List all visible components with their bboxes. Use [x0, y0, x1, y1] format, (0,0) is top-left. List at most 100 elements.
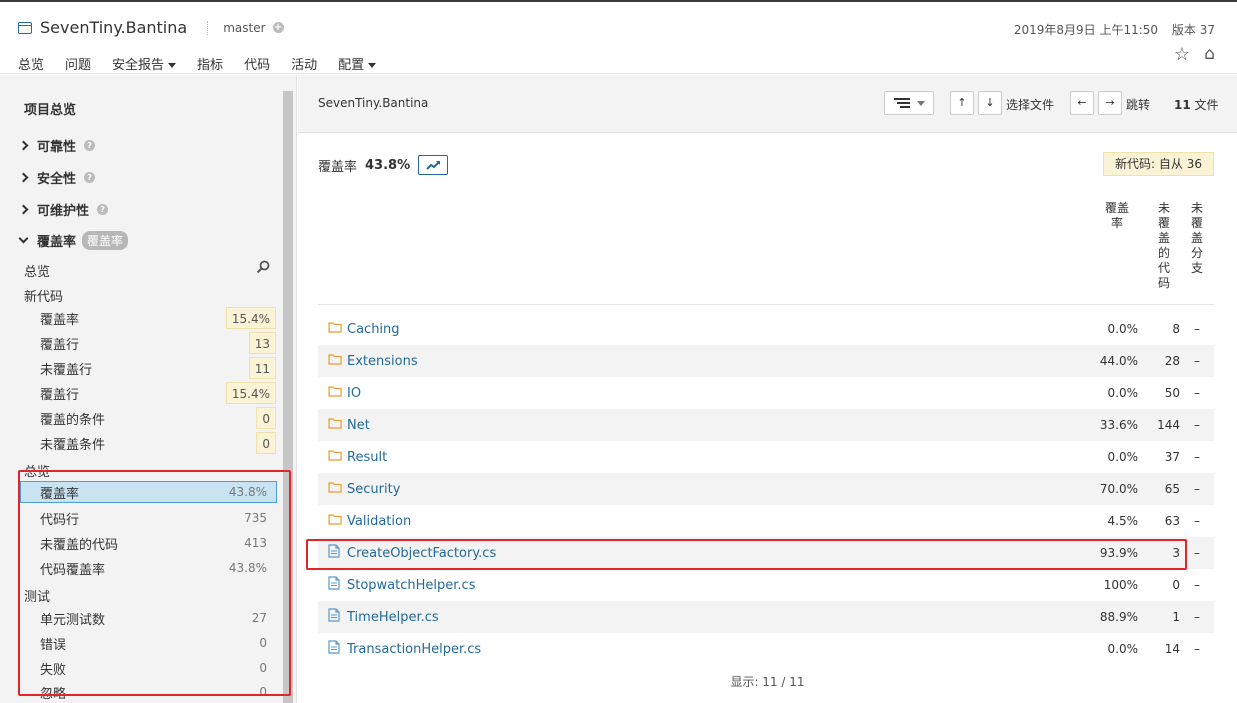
chevron-right-icon [18, 204, 29, 215]
file-icon [328, 576, 342, 594]
table-row[interactable]: TransactionHelper.cs 0.0% 14– [318, 633, 1214, 665]
folder-icon [328, 449, 342, 465]
component-name-link[interactable]: TimeHelper.cs [347, 610, 1078, 625]
coverage-cell: 0.0% [1107, 322, 1139, 336]
new-code-uncovered-conditions[interactable]: 未覆盖条件 0 [40, 432, 276, 454]
file-icon [328, 608, 342, 626]
breadcrumb[interactable]: SevenTiny.Bantina [318, 96, 428, 110]
project-title-row: SevenTiny.Bantina master + [18, 18, 284, 37]
coverage-value: 43.8% [365, 157, 411, 173]
column-header-coverage[interactable]: 覆盖 率 [1102, 201, 1132, 231]
uncovered-lines-cell: 65 [1164, 482, 1180, 496]
overview-link[interactable]: 总览 [24, 261, 50, 280]
chevron-down-icon [18, 233, 29, 244]
component-name-link[interactable]: Result [347, 450, 1078, 465]
uncovered-conditions-cell: – [1194, 514, 1200, 528]
coverage-summary: 覆盖率 43.8% [318, 155, 449, 175]
main-toolbar: SevenTiny.Bantina ↑ ↓ 选择文件 ← → 跳转 11 文件 [298, 75, 1237, 133]
table-row[interactable]: Validation 4.5% 63– [318, 505, 1214, 537]
component-name-link[interactable]: Validation [347, 514, 1078, 529]
folder-icon [328, 353, 342, 369]
table-row[interactable]: Caching 0.0% 8– [318, 313, 1214, 345]
component-name-link[interactable]: StopwatchHelper.cs [347, 578, 1078, 593]
forward-button[interactable]: → [1098, 91, 1122, 115]
table-row[interactable]: Result 0.0% 37– [318, 441, 1214, 473]
uncovered-conditions-cell: – [1194, 642, 1200, 656]
uncovered-conditions-cell: – [1194, 578, 1200, 592]
new-code-line-coverage[interactable]: 覆盖行 15.4% [40, 382, 276, 404]
section-maintainability[interactable]: 可维护性 ? [18, 200, 109, 219]
folder-icon [328, 513, 342, 529]
chevron-right-icon [18, 172, 29, 183]
table-divider [318, 304, 1214, 305]
folder-icon [328, 321, 342, 337]
uncovered-conditions-cell: – [1194, 482, 1200, 496]
new-code-badge: 新代码: 自从 36 [1103, 152, 1214, 176]
component-name-link[interactable]: Security [347, 482, 1078, 497]
coverage-cell: 4.5% [1107, 514, 1139, 528]
trend-chart-icon [426, 161, 441, 170]
back-button[interactable]: ← [1070, 91, 1094, 115]
component-name-link[interactable]: Caching [347, 322, 1078, 337]
home-icon[interactable]: ⌂ [1204, 44, 1215, 64]
chevron-down-icon [368, 63, 377, 68]
coverage-cell: 70.0% [1099, 482, 1138, 496]
uncovered-conditions-cell: – [1194, 418, 1200, 432]
analysis-date: 2019年8月9日 上午11:50 [1013, 23, 1159, 37]
section-coverage[interactable]: 覆盖率 覆盖率 [18, 231, 129, 250]
jump-label: 跳转 [1126, 98, 1151, 112]
uncovered-lines-cell: 14 [1164, 642, 1180, 656]
new-code-conditions[interactable]: 覆盖的条件 0 [40, 407, 276, 429]
coverage-label: 覆盖率 [318, 159, 358, 175]
column-header-uncovered-conditions[interactable]: 未 覆 盖 分 支 [1189, 201, 1205, 276]
project-name[interactable]: SevenTiny.Bantina [40, 18, 187, 37]
component-name-link[interactable]: Extensions [347, 354, 1078, 369]
table-row[interactable]: StopwatchHelper.cs 100% 0– [318, 569, 1214, 601]
coverage-cell: 0.0% [1107, 386, 1139, 400]
list-view-icon [894, 98, 925, 108]
folder-icon [328, 385, 342, 401]
uncovered-lines-cell: 0 [1172, 578, 1180, 592]
uncovered-lines-cell: 144 [1157, 418, 1180, 432]
previous-file-button[interactable]: ↑ [950, 91, 974, 115]
component-name-link[interactable]: IO [347, 386, 1078, 401]
help-icon[interactable]: ? [97, 204, 109, 215]
favorite-star-icon[interactable]: ☆ [1174, 44, 1190, 65]
table-row[interactable]: TimeHelper.cs 88.9% 1– [318, 601, 1214, 633]
new-code-coverage[interactable]: 覆盖率 15.4% [40, 307, 276, 329]
branch-selector[interactable]: master + [207, 20, 284, 35]
table-row[interactable]: Net 33.6% 144– [318, 409, 1214, 441]
search-icon[interactable] [256, 260, 270, 274]
view-mode-dropdown[interactable] [884, 91, 934, 115]
folder-icon [328, 417, 342, 433]
uncovered-conditions-cell: – [1194, 354, 1200, 368]
select-file-label: 选择文件 [1006, 98, 1055, 112]
column-header-uncovered-lines[interactable]: 未 覆 盖 的 代 码 [1156, 201, 1172, 291]
next-file-button[interactable]: ↓ [978, 91, 1002, 115]
table-row[interactable]: Extensions 44.0% 28– [318, 345, 1214, 377]
coverage-cell: 100% [1103, 578, 1138, 592]
uncovered-lines-cell: 28 [1164, 354, 1180, 368]
component-name-link[interactable]: Net [347, 418, 1078, 433]
new-code-lines-to-cover[interactable]: 覆盖行 13 [40, 332, 276, 354]
component-name-link[interactable]: TransactionHelper.cs [347, 642, 1078, 657]
file-count: 11 文件 [1174, 98, 1219, 112]
uncovered-lines-cell: 1 [1172, 610, 1180, 624]
add-branch-icon[interactable]: + [272, 22, 284, 33]
highlight-box-overall [18, 470, 291, 696]
table-row[interactable]: Security 70.0% 65– [318, 473, 1214, 505]
section-security[interactable]: 安全性 ? [18, 168, 96, 187]
coverage-pill: 覆盖率 [82, 231, 129, 250]
help-icon[interactable]: ? [84, 140, 96, 151]
new-code-header: 新代码 [24, 290, 64, 305]
table-row[interactable]: IO 0.0% 50– [318, 377, 1214, 409]
branch-icon [207, 20, 215, 35]
uncovered-conditions-cell: – [1194, 610, 1200, 624]
help-icon[interactable]: ? [84, 172, 96, 183]
folder-icon [328, 481, 342, 497]
pagination-footer: 显示: 11 / 11 [730, 675, 805, 689]
section-reliability[interactable]: 可靠性 ? [18, 136, 96, 155]
history-button[interactable] [418, 155, 449, 175]
coverage-cell: 0.0% [1107, 450, 1139, 464]
new-code-uncovered-lines[interactable]: 未覆盖行 11 [40, 357, 276, 379]
